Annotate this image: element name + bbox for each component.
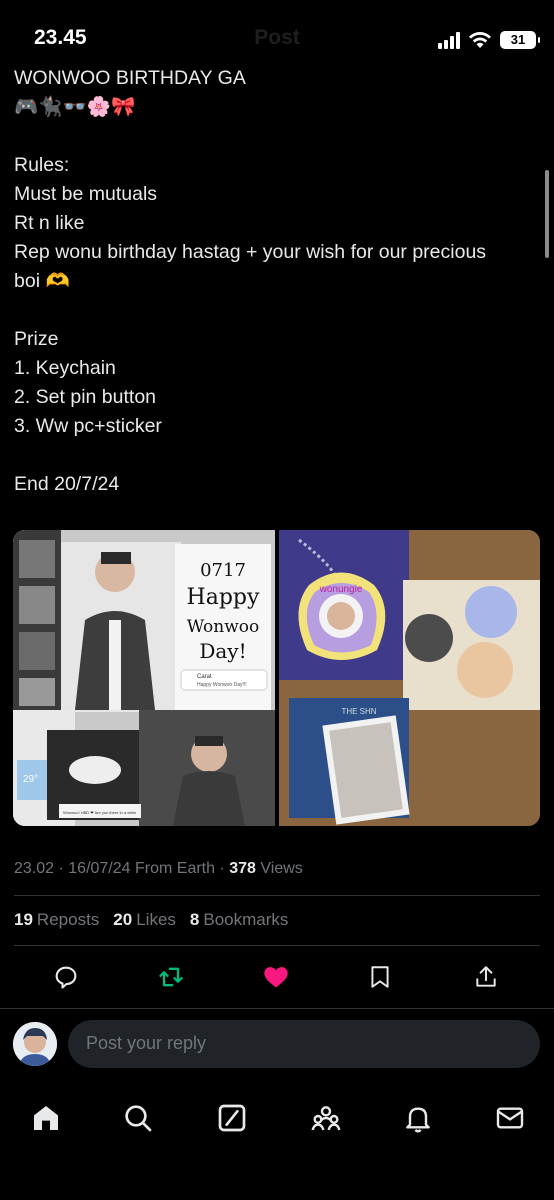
comment-text: Happy Wonwoo Day!!! — [197, 682, 247, 688]
post-meta: 23.02 · 16/07/24 From Earth · 378 Views — [14, 860, 303, 877]
post-text-line: Prize — [14, 328, 59, 350]
reply-placeholder: Post your reply — [86, 1033, 207, 1053]
notifications-icon — [406, 1107, 430, 1133]
tab-home[interactable] — [26, 1098, 66, 1138]
post-text-line — [14, 296, 538, 325]
post-text-line: Rep wonu birthday hastag + your wish for… — [14, 241, 487, 263]
reposts-label: Reposts — [36, 910, 100, 929]
post-time: 23.02 — [14, 860, 55, 877]
post-text-line: Rt n like — [14, 212, 85, 234]
card-text-1: 0717 — [200, 560, 246, 581]
post-text-line: 🎮🐈‍⬛👓🌸🎀 — [14, 96, 136, 118]
weather-text: 29° — [23, 774, 38, 785]
post-text-line: 1. Keychain — [14, 357, 116, 379]
grok-icon — [218, 1104, 246, 1132]
post-date: 16/07/24 — [68, 860, 131, 877]
avatar-image — [13, 1022, 57, 1066]
post-text-line: boi 🫶 — [14, 270, 70, 292]
tab-communities[interactable] — [306, 1098, 346, 1138]
keychain-text: wonungie — [319, 584, 363, 595]
tab-messages[interactable] — [490, 1098, 530, 1138]
communities-icon — [311, 1106, 341, 1131]
repost-icon — [159, 967, 183, 987]
reply-button[interactable] — [48, 959, 84, 995]
like-icon — [264, 967, 288, 988]
reply-input[interactable]: Post your reply — [68, 1020, 540, 1068]
post-location: From Earth — [135, 860, 216, 877]
scrollbar[interactable] — [545, 170, 549, 258]
reply-icon — [55, 966, 77, 989]
post-text-line: Must be mutuals — [14, 183, 158, 205]
bookmarks-count: 8 — [189, 910, 200, 929]
post-actions — [0, 955, 554, 999]
signal-icon — [438, 31, 460, 49]
messages-icon — [496, 1107, 524, 1129]
like-button[interactable] — [258, 959, 294, 995]
post-image-1[interactable]: 0717 Happy Wonwoo Day! Carat Happy Wonwo… — [13, 530, 275, 826]
search-icon — [125, 1105, 152, 1132]
post-text-line: WONWOO BIRTHDAY GA — [14, 67, 246, 89]
status-icons: 31 — [438, 28, 540, 52]
post-text-line: 3. Ww pc+sticker — [14, 415, 162, 437]
post-text-line: 2. Set pin button — [14, 386, 157, 408]
divider — [14, 895, 540, 896]
reposts-count: 19 — [14, 910, 33, 929]
share-icon — [476, 966, 496, 987]
battery-icon: 31 — [500, 31, 540, 49]
bookmarks-label: Bookmarks — [203, 910, 289, 929]
bookmark-icon — [371, 966, 389, 988]
message-text: Wonwoo! HBD ❤ Are you there in a while — [63, 810, 137, 815]
post-text-line: Rules: — [14, 154, 70, 176]
bookmark-button[interactable] — [362, 959, 398, 995]
reply-bar: Post your reply — [0, 1010, 554, 1080]
reposts-stat[interactable]: 19 Reposts — [14, 910, 99, 930]
collage-image: 0717 Happy Wonwoo Day! Carat Happy Wonwo… — [13, 530, 275, 826]
likes-stat[interactable]: 20 Likes — [113, 910, 176, 930]
post-text-line — [14, 122, 538, 151]
card-text-4: Day! — [199, 639, 246, 663]
views-label: Views — [260, 860, 303, 877]
home-icon — [34, 1106, 58, 1130]
likes-count: 20 — [113, 910, 133, 929]
photocard-text: THE SHN — [341, 707, 376, 716]
comment-name: Carat — [197, 674, 212, 680]
divider — [14, 945, 540, 946]
tab-grok[interactable] — [212, 1098, 252, 1138]
post-text: WONWOO BIRTHDAY GA 🎮🐈‍⬛👓🌸🎀 Rules: Must be m… — [14, 64, 538, 499]
avatar[interactable] — [13, 1022, 57, 1066]
tab-search[interactable] — [118, 1098, 158, 1138]
wifi-icon — [469, 32, 491, 48]
share-button[interactable] — [468, 959, 504, 995]
tab-bar — [0, 1080, 554, 1200]
post-stats: 19 Reposts 20 Likes 8 Bookmarks — [14, 910, 288, 930]
card-text-3: Wonwoo — [187, 617, 260, 637]
views-count: 378 — [229, 860, 256, 877]
post-text-line — [14, 441, 538, 470]
merch-image: wonungie THE SHN — [279, 530, 540, 826]
likes-label: Likes — [136, 910, 176, 929]
post-text-line: End 20/7/24 — [14, 473, 120, 495]
card-text-2: Happy — [187, 585, 260, 610]
repost-button[interactable] — [153, 959, 189, 995]
bookmarks-stat[interactable]: 8 Bookmarks — [190, 910, 289, 930]
divider — [0, 1008, 554, 1009]
post-image-2[interactable]: wonungie THE SHN — [279, 530, 540, 826]
tab-notifications[interactable] — [398, 1098, 438, 1138]
